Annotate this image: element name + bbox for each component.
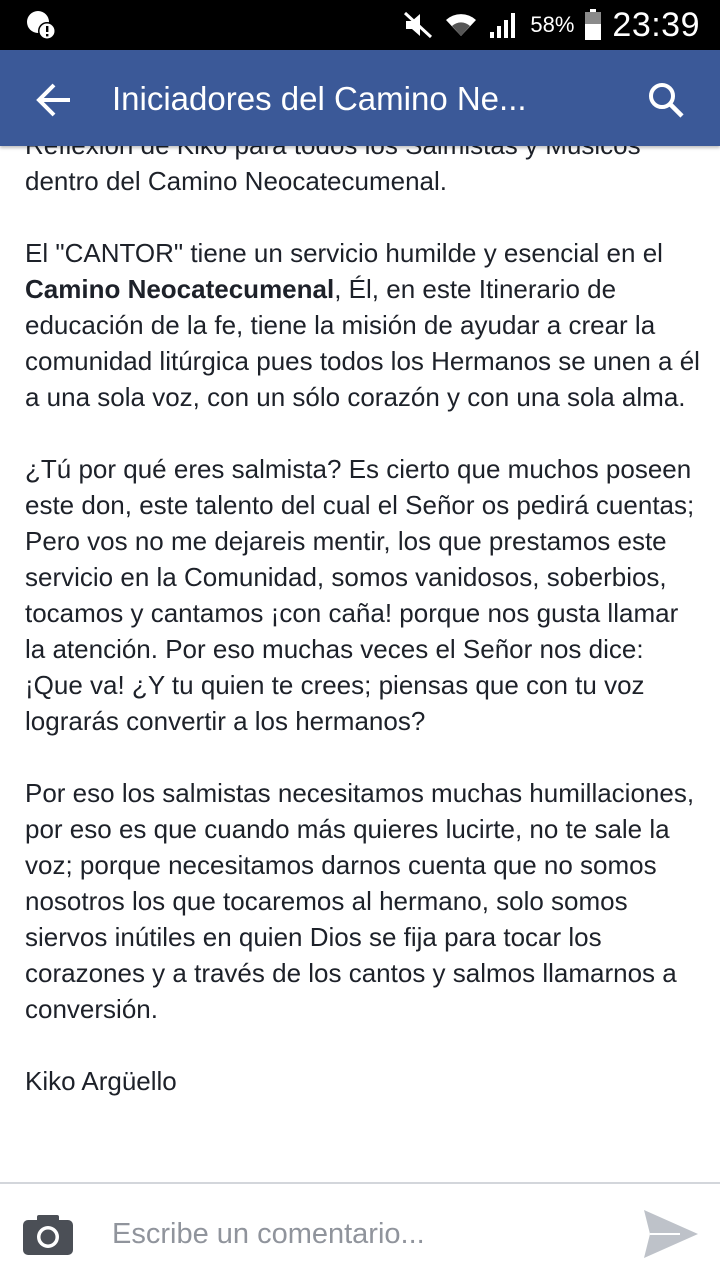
clock: 23:39 xyxy=(612,5,700,44)
page-title: Iniciadores del Camino Ne... xyxy=(112,80,527,117)
wifi-icon xyxy=(446,14,477,36)
post-paragraph: ¿Tú por qué eres salmista? Es cierto que… xyxy=(25,454,695,736)
app-bar: Iniciadores del Camino Ne... xyxy=(0,50,720,146)
post-paragraph: Por eso los salmistas necesitamos muchas… xyxy=(25,778,695,1024)
status-bar: 58% 23:39 xyxy=(0,0,720,50)
search-icon[interactable] xyxy=(646,80,686,120)
battery-icon xyxy=(585,9,602,40)
comment-input[interactable] xyxy=(112,1206,612,1262)
comment-bar xyxy=(0,1182,720,1282)
camera-icon[interactable] xyxy=(22,1214,74,1256)
battery-percent: 58% xyxy=(530,12,575,37)
send-icon[interactable] xyxy=(640,1206,702,1262)
post-signature: Kiko Argüello xyxy=(25,1066,177,1096)
post-paragraph: Reflexión de Kiko para todos los Salmist… xyxy=(25,146,641,196)
signal-icon xyxy=(490,13,516,38)
mute-icon xyxy=(404,11,433,39)
post-text: Reflexión de Kiko para todos los Salmist… xyxy=(25,146,705,1135)
post-content: Reflexión de Kiko para todos los Salmist… xyxy=(0,146,720,1182)
notification-icon xyxy=(27,11,56,40)
bold-text: Camino Neocatecumenal xyxy=(25,274,335,304)
text-run: El "CANTOR" tiene un servicio humilde y … xyxy=(25,238,663,268)
back-arrow-icon[interactable] xyxy=(34,80,74,120)
post-paragraph: El "CANTOR" tiene un servicio humilde y … xyxy=(25,235,705,415)
